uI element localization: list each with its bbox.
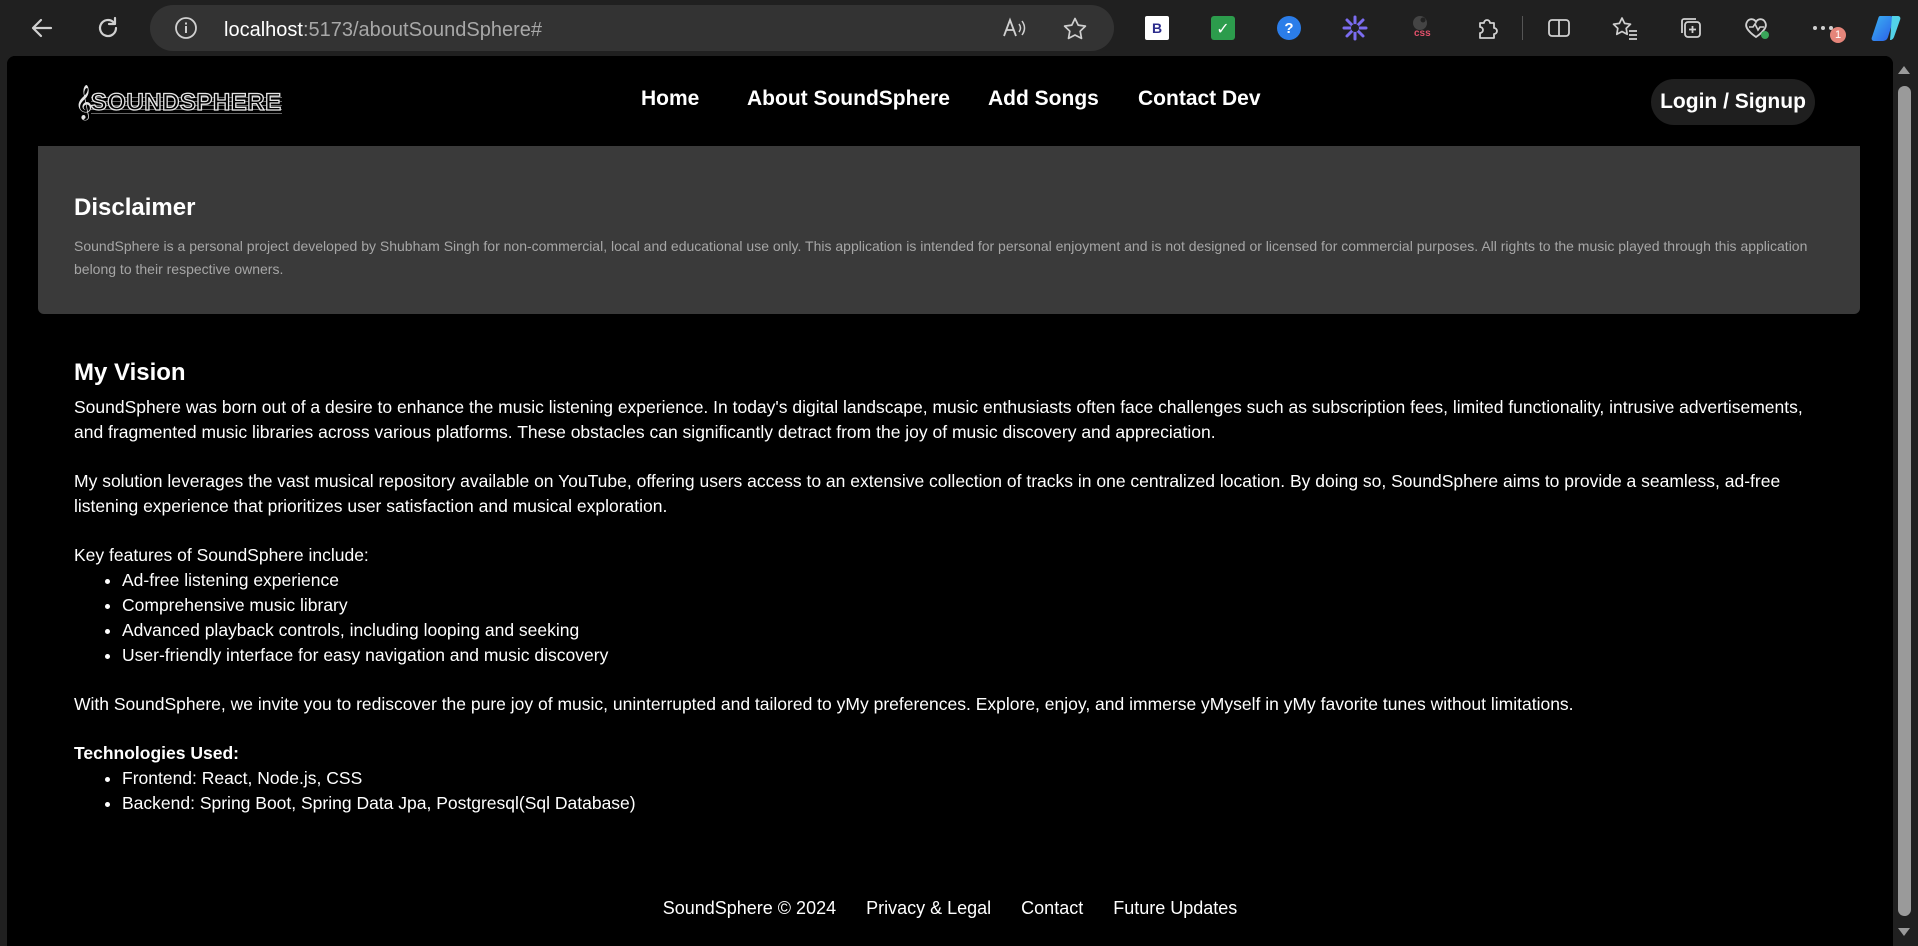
disclaimer-panel: Disclaimer SoundSphere is a personal pro…	[38, 146, 1860, 314]
footer-future-updates-link[interactable]: Future Updates	[1113, 898, 1237, 919]
back-button[interactable]	[22, 8, 62, 48]
extension-b-icon[interactable]: B	[1141, 12, 1173, 44]
refresh-icon	[98, 16, 118, 38]
url-host: localhost	[224, 19, 303, 41]
nav-contact-dev[interactable]: Contact Dev	[1138, 87, 1261, 111]
site-info-icon[interactable]	[174, 16, 198, 45]
footer-copyright: SoundSphere © 2024	[662, 898, 837, 918]
vision-section: My Vision SoundSphere was born out of a …	[74, 359, 1834, 840]
list-item: Backend: Spring Boot, Spring Data Jpa, P…	[122, 791, 1834, 816]
scroll-down-arrow-icon[interactable]	[1898, 928, 1910, 936]
login-signup-button[interactable]: Login / Signup	[1651, 79, 1815, 125]
vision-title: My Vision	[74, 359, 186, 386]
read-aloud-icon[interactable]	[1002, 16, 1028, 45]
address-bar[interactable]: localhost:5173/aboutSoundSphere#	[150, 5, 1114, 51]
split-screen-icon[interactable]	[1543, 12, 1575, 44]
browser-essentials-icon[interactable]	[1741, 12, 1773, 44]
features-list: Ad-free listening experience Comprehensi…	[74, 568, 1834, 668]
extension-checklist-icon[interactable]: ✓	[1207, 12, 1239, 44]
list-item: User-friendly interface for easy navigat…	[122, 643, 1834, 668]
list-item: Comprehensive music library	[122, 593, 1834, 618]
vision-paragraph-2: My solution leverages the vast musical r…	[74, 471, 1781, 516]
footer-privacy-link[interactable]: Privacy & Legal	[866, 898, 991, 919]
technologies-list: Frontend: React, Node.js, CSS Backend: S…	[74, 766, 1834, 816]
extension-help-icon[interactable]: ?	[1273, 12, 1305, 44]
disclaimer-text: SoundSphere is a personal project develo…	[74, 238, 1808, 277]
site-footer: SoundSphere © 2024 Privacy & Legal Conta…	[7, 898, 1893, 919]
features-intro: Key features of SoundSphere include:	[74, 545, 369, 565]
extension-css-icon[interactable]: css	[1405, 12, 1437, 44]
scroll-up-arrow-icon[interactable]	[1898, 66, 1910, 74]
list-item: Frontend: React, Node.js, CSS	[122, 766, 1834, 791]
browser-toolbar: localhost:5173/aboutSoundSphere# B ✓ ? c…	[0, 0, 1918, 56]
site-logo[interactable]: 𝄞 SOUNDSPHERE	[75, 86, 282, 120]
nav-about[interactable]: About SoundSphere	[747, 87, 950, 111]
footer-contact-link[interactable]: Contact	[1021, 898, 1083, 919]
url-text[interactable]: localhost:5173/aboutSoundSphere#	[224, 19, 542, 42]
refresh-button[interactable]	[88, 8, 128, 48]
scrollbar-thumb[interactable]	[1898, 86, 1911, 916]
disclaimer-title: Disclaimer	[74, 194, 196, 221]
favorites-icon[interactable]	[1609, 12, 1641, 44]
technologies-title: Technologies Used:	[74, 743, 239, 763]
copilot-icon[interactable]	[1870, 12, 1902, 44]
list-item: Advanced playback controls, including lo…	[122, 618, 1834, 643]
site-header: 𝄞 SOUNDSPHERE Home About SoundSphere Add…	[7, 56, 1893, 146]
favorite-star-icon[interactable]	[1062, 16, 1088, 47]
nav-home[interactable]: Home	[641, 87, 699, 111]
toolbar-separator	[1522, 16, 1523, 40]
collections-icon[interactable]	[1675, 12, 1707, 44]
vision-paragraph-1: SoundSphere was born out of a desire to …	[74, 397, 1803, 442]
notification-badge: 1	[1830, 27, 1846, 43]
page-scrollbar[interactable]	[1893, 56, 1918, 946]
vision-paragraph-3: With SoundSphere, we invite you to redis…	[74, 694, 1574, 714]
extensions-puzzle-icon[interactable]	[1471, 12, 1503, 44]
extension-spark-icon[interactable]	[1339, 12, 1371, 44]
page-viewport: 𝄞 SOUNDSPHERE Home About SoundSphere Add…	[7, 56, 1893, 946]
back-arrow-icon	[31, 18, 53, 38]
logo-text: SOUNDSPHERE	[90, 88, 282, 116]
nav-add-songs[interactable]: Add Songs	[988, 87, 1099, 111]
list-item: Ad-free listening experience	[122, 568, 1834, 593]
url-path: :5173/aboutSoundSphere#	[302, 19, 543, 41]
